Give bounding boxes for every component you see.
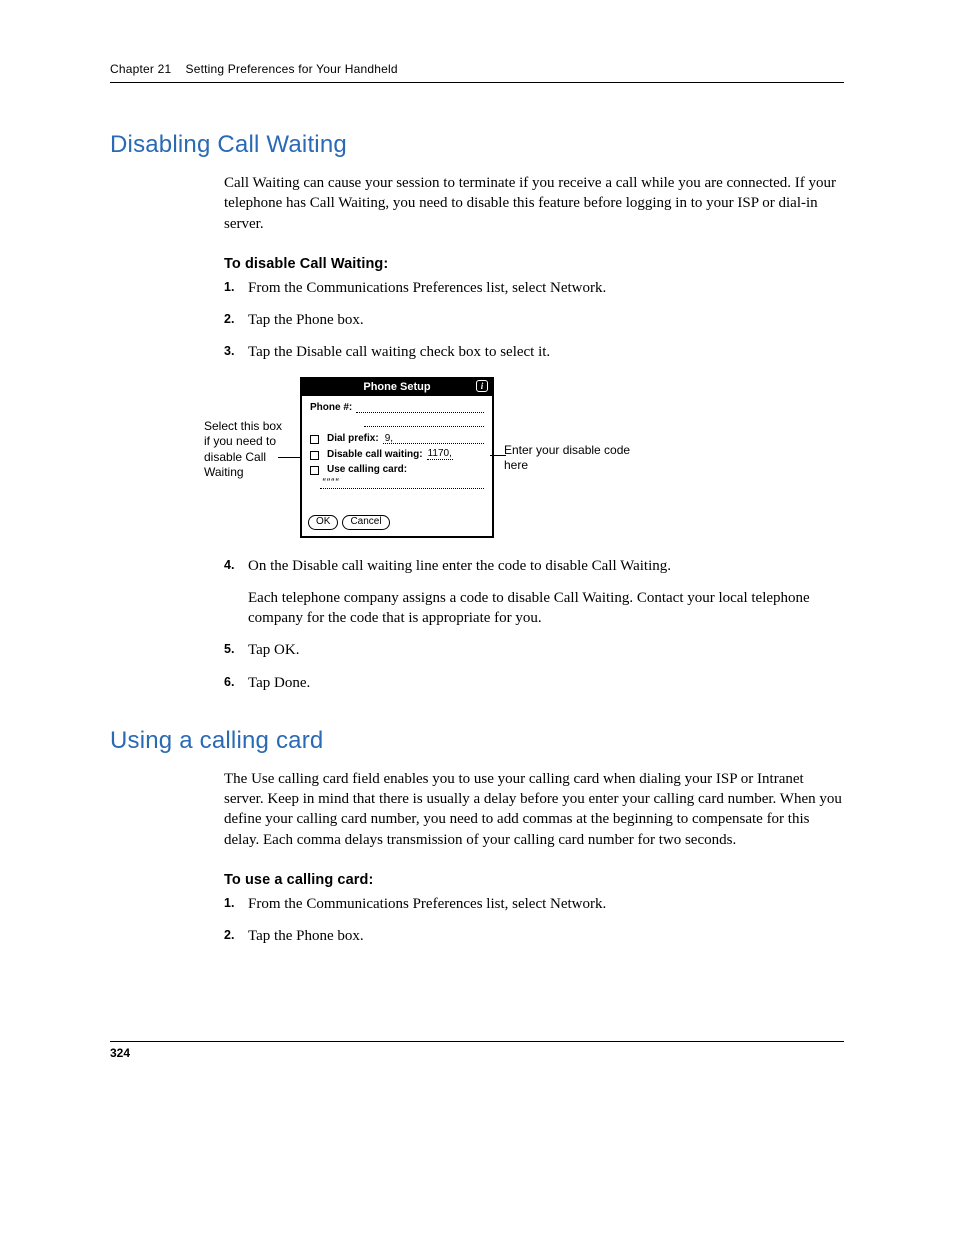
pda-title-text: Phone Setup (363, 381, 430, 393)
figure-callout-left: Select this box if you need to disable C… (204, 377, 290, 481)
procedure-subhead: To disable Call Waiting: (224, 256, 844, 272)
intro-paragraph-2: The Use calling card field enables you t… (224, 769, 844, 850)
step-text: On the Disable call waiting line enter t… (248, 558, 671, 574)
step-item: Tap the Disable call waiting check box t… (224, 342, 844, 362)
use-calling-card-checkbox[interactable] (310, 466, 319, 475)
dial-prefix-checkbox[interactable] (310, 435, 319, 444)
figure-callout-right: Enter your disable code here (504, 377, 634, 474)
disable-call-waiting-label: Disable call waiting: (327, 449, 423, 460)
phone-number-label: Phone #: (310, 402, 352, 413)
page-number: 324 (110, 1041, 844, 1060)
section-heading-disabling-call-waiting: Disabling Call Waiting (110, 131, 844, 159)
calling-card-field[interactable]: ““““ (320, 477, 484, 489)
figure-phone-setup: Select this box if you need to disable C… (204, 377, 844, 538)
step-item: Tap the Phone box. (224, 310, 844, 330)
use-calling-card-label: Use calling card: (327, 464, 407, 475)
ok-button[interactable]: OK (308, 515, 338, 530)
phone-number-field-line2[interactable] (364, 417, 484, 427)
chapter-title: Setting Preferences for Your Handheld (186, 62, 398, 76)
pda-dialog: Phone Setup i Phone #: Dial prefix: 9, (300, 377, 494, 538)
chapter-label: Chapter 21 (110, 62, 171, 76)
info-icon[interactable]: i (476, 380, 488, 392)
section-heading-using-calling-card: Using a calling card (110, 727, 844, 755)
step-item: On the Disable call waiting line enter t… (224, 556, 844, 629)
steps-list-1: From the Communications Preferences list… (224, 278, 844, 363)
dial-prefix-field[interactable]: 9, (383, 433, 484, 444)
step-item: Tap OK. (224, 640, 844, 660)
disable-call-waiting-field[interactable]: 1170, (427, 448, 453, 460)
steps-list-2: From the Communications Preferences list… (224, 894, 844, 947)
cancel-button[interactable]: Cancel (342, 515, 389, 530)
step-extra: Each telephone company assigns a code to… (248, 588, 844, 629)
step-item: Tap Done. (224, 673, 844, 693)
steps-list-1b: On the Disable call waiting line enter t… (224, 556, 844, 693)
dial-prefix-label: Dial prefix: (327, 433, 379, 444)
step-item: From the Communications Preferences list… (224, 278, 844, 298)
step-item: From the Communications Preferences list… (224, 894, 844, 914)
phone-number-field[interactable] (356, 403, 484, 413)
running-header: Chapter 21 Setting Preferences for Your … (110, 62, 844, 83)
step-item: Tap the Phone box. (224, 926, 844, 946)
disable-call-waiting-checkbox[interactable] (310, 451, 319, 460)
intro-paragraph: Call Waiting can cause your session to t… (224, 173, 844, 234)
procedure-subhead-2: To use a calling card: (224, 872, 844, 888)
pda-title-bar: Phone Setup i (302, 379, 492, 396)
